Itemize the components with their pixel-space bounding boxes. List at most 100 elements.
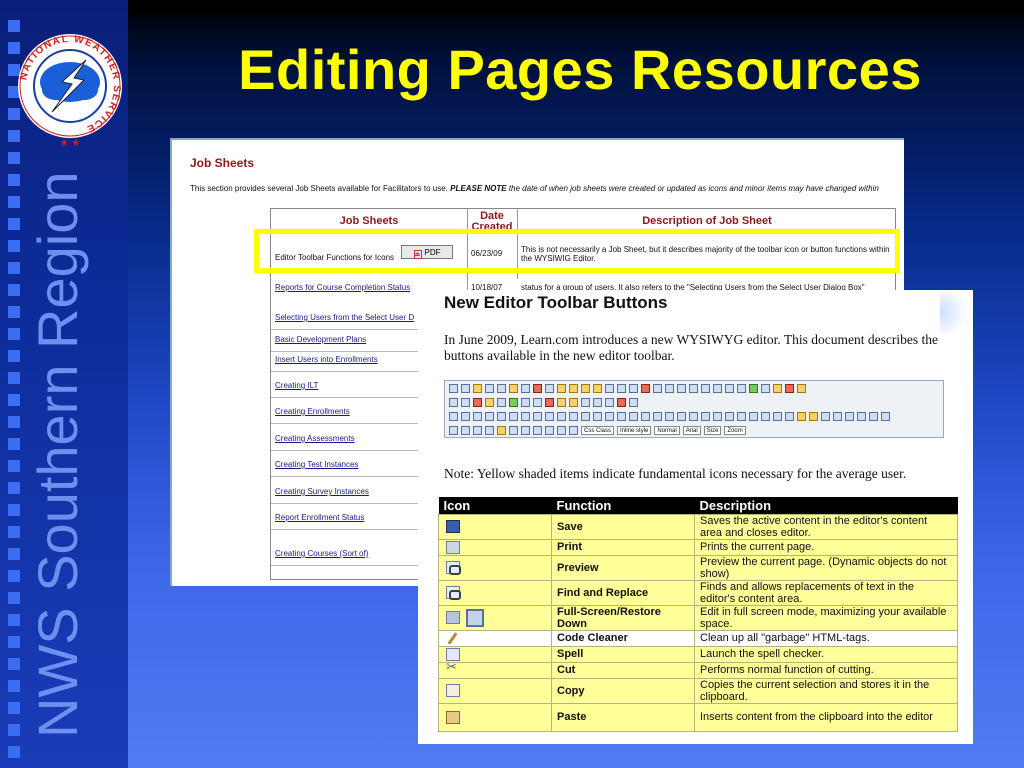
toolbar-button-icon — [869, 412, 878, 421]
toolbar-button-icon — [509, 384, 518, 393]
job-sheet-link[interactable]: Selecting Users from the Select User D — [275, 313, 414, 322]
toolbar-button-icon — [569, 426, 578, 435]
toolbar-button-icon — [629, 412, 638, 421]
toolbar-button-icon — [593, 412, 602, 421]
toolbar-button-icon — [677, 384, 686, 393]
job-sheet-link[interactable]: Reports for Course Completion Status — [275, 283, 410, 292]
toolbar-button-icon — [473, 412, 482, 421]
table-row: Copy Copies the current selection and sto… — [438, 677, 958, 704]
toolbar-button-icon — [665, 384, 674, 393]
job-sheet-link[interactable]: Creating Enrollments — [275, 407, 350, 416]
th-function: Function — [551, 497, 695, 514]
find-replace-icon — [446, 586, 461, 600]
toolbar-button-icon — [773, 412, 782, 421]
side-title: NWS Southern Region — [26, 171, 89, 738]
toolbar-select: Normal — [654, 426, 680, 435]
toolbar-button-icon — [797, 384, 806, 393]
toolbar-button-icon — [509, 412, 518, 421]
toolbar-button-icon — [485, 384, 494, 393]
toolbar-screenshot: Css Class Inline style Normal Arial Size Zoom — [444, 380, 944, 438]
toolbar-button-icon — [653, 412, 662, 421]
job-sheet-link[interactable]: Creating Courses (Sort of) — [275, 549, 368, 558]
description-cell: Edit in full screen mode, maximizing you… — [694, 604, 958, 631]
toolbar-button-icon — [809, 412, 818, 421]
toolbar-button-icon — [485, 426, 494, 435]
toolbar-button-icon — [785, 384, 794, 393]
icon-cell — [438, 629, 552, 647]
toolbar-button-icon — [629, 384, 638, 393]
save-icon — [446, 520, 460, 533]
toolbar-button-icon — [749, 384, 758, 393]
job-sheet-link[interactable]: Creating Test Instances — [275, 460, 358, 469]
toolbar-button-icon — [497, 426, 506, 435]
table-row: Find and Replace Finds and allows replace… — [438, 579, 958, 606]
doc-title: New Editor Toolbar Buttons — [444, 293, 668, 312]
top-band — [0, 0, 1024, 15]
toolbar-button-icon — [581, 412, 590, 421]
toolbar-button-icon — [545, 398, 554, 407]
icon-cell — [438, 513, 552, 540]
editor-doc-panel: New Editor Toolbar Buttons In June 2009,… — [418, 290, 973, 744]
intro-rest: the date of when job sheets were created… — [508, 184, 879, 193]
divider — [271, 529, 421, 530]
toolbar-button-icon — [533, 426, 542, 435]
toolbar-button-icon — [497, 398, 506, 407]
description-cell: Finds and allows replacements of text in… — [694, 579, 958, 606]
glow-decoration — [940, 292, 974, 332]
function-cell: Cut — [551, 661, 695, 679]
job-sheet-link[interactable]: Creating Assessments — [275, 434, 355, 443]
toolbar-button-icon — [821, 412, 830, 421]
toolbar-row: Css Class Inline style Normal Arial Size Zoom — [449, 425, 746, 437]
job-sheet-link[interactable]: Creating ILT — [275, 381, 318, 390]
toolbar-button-icon — [449, 398, 458, 407]
toolbar-button-icon — [857, 412, 866, 421]
divider — [271, 329, 421, 330]
toolbar-select: Css Class — [581, 426, 615, 435]
job-sheet-link[interactable]: Insert Users into Enrollments — [275, 355, 378, 364]
toolbar-button-icon — [569, 398, 578, 407]
toolbar-button-icon — [605, 384, 614, 393]
description-cell: Performs normal function of cutting. — [694, 661, 958, 679]
toolbar-button-icon — [629, 398, 638, 407]
nws-logo: NATIONAL WEATHER SERVICE ★ ★ — [18, 34, 122, 149]
highlight-box — [254, 229, 900, 273]
function-cell: Full-Screen/Restore Down — [551, 604, 695, 631]
toolbar-button-icon — [533, 384, 542, 393]
divider — [271, 397, 421, 398]
job-sheets-intro: This section provides several Job Sheets… — [190, 184, 879, 193]
toolbar-button-icon — [713, 412, 722, 421]
toolbar-button-icon — [737, 412, 746, 421]
toolbar-row — [449, 383, 806, 395]
job-sheets-title: Job Sheets — [190, 156, 255, 170]
toolbar-button-icon — [461, 426, 470, 435]
function-cell: Find and Replace — [551, 579, 695, 606]
toolbar-button-icon — [521, 412, 530, 421]
icon-cell — [438, 677, 552, 704]
divider — [271, 450, 421, 451]
toolbar-button-icon — [461, 384, 470, 393]
toolbar-button-icon — [653, 384, 662, 393]
toolbar-select: Arial — [682, 426, 701, 435]
job-sheet-link[interactable]: Report Enrollment Status — [275, 513, 364, 522]
fullscreen-icon — [446, 611, 460, 624]
toolbar-button-icon — [485, 412, 494, 421]
divider — [271, 565, 421, 566]
divider — [271, 423, 421, 424]
paste-icon — [446, 710, 460, 724]
function-cell: Paste — [551, 702, 695, 732]
function-cell: Spell — [551, 645, 695, 663]
toolbar-button-icon — [545, 384, 554, 393]
job-sheet-link[interactable]: Basic Development Plans — [275, 335, 366, 344]
table-row: Print Prints the current page. — [438, 538, 958, 556]
description-cell: Copies the current selection and stores … — [694, 677, 958, 704]
toolbar-button-icon — [785, 412, 794, 421]
job-sheet-link[interactable]: Creating Survey Instances — [275, 487, 369, 496]
toolbar-button-icon — [641, 384, 650, 393]
toolbar-select: Size — [703, 426, 722, 435]
square-decoration — [8, 746, 20, 758]
svg-text:★ ★: ★ ★ — [60, 138, 81, 149]
description-cell: Launch the spell checker. — [694, 645, 958, 663]
icon-table: Icon Function Description Save Saves the … — [438, 497, 958, 732]
function-cell: Save — [551, 513, 695, 540]
toolbar-button-icon — [581, 384, 590, 393]
